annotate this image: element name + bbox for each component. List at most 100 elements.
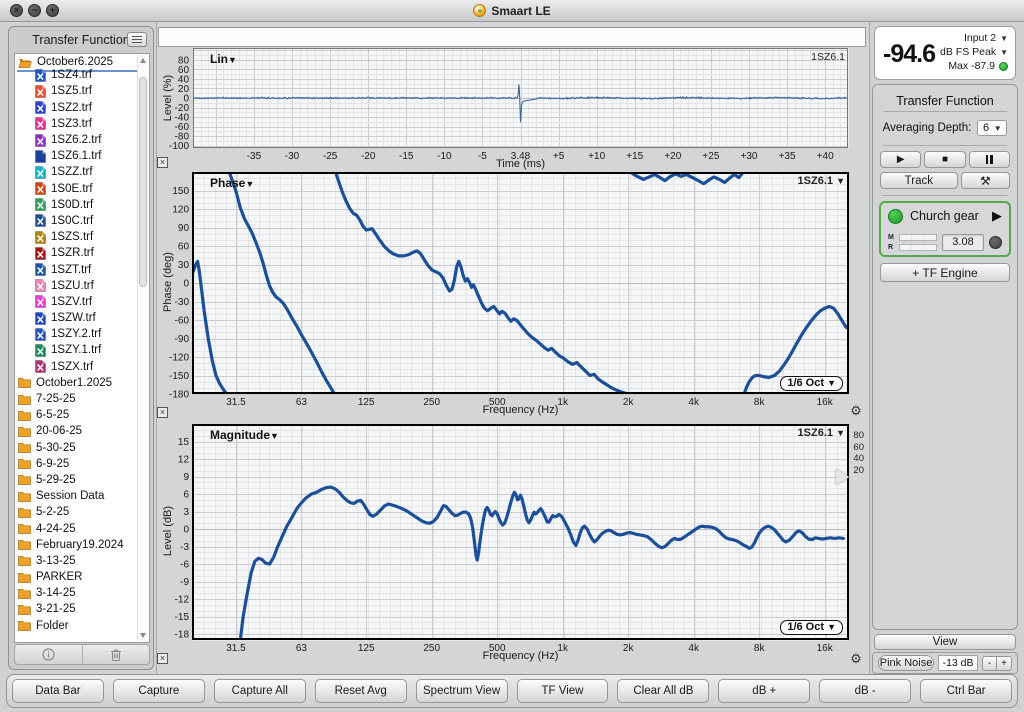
scale-pointer-handle[interactable]	[836, 469, 849, 485]
folder-item[interactable]: 7-25-25	[15, 391, 149, 407]
chevron-down-icon: ▼	[827, 378, 836, 388]
delete-button[interactable]	[82, 645, 150, 664]
tf-engine-box[interactable]: Church gear ▶ M R 3.08	[879, 201, 1011, 257]
delay-field[interactable]: 3.08	[942, 234, 984, 251]
folder-item[interactable]: 3-14-25	[15, 585, 149, 601]
window-zoom-button[interactable]: +	[46, 4, 59, 17]
info-button[interactable]	[15, 645, 82, 664]
magnitude-trace-selector[interactable]: 1SZ6.1 ▼	[798, 427, 845, 439]
toolbar-button-capture[interactable]: Capture	[113, 679, 205, 703]
folder-item[interactable]: 20-06-25	[15, 423, 149, 439]
folder-item[interactable]: 3-13-25	[15, 553, 149, 569]
tools-button[interactable]: ⚒	[961, 172, 1010, 189]
lin-y-axis-title: Level (%)	[162, 38, 174, 158]
file-item[interactable]: 1SZY.1.trf	[15, 342, 149, 358]
file-item[interactable]: 1S0E.trf	[15, 181, 149, 197]
scrollbar-thumb[interactable]	[139, 77, 147, 287]
toolbar-button-db-[interactable]: dB -	[819, 679, 911, 703]
delay-track-button[interactable]	[989, 236, 1002, 249]
folder-item[interactable]: PARKER	[15, 569, 149, 585]
folder-item[interactable]: 5-29-25	[15, 472, 149, 488]
magnitude-banding-selector[interactable]: 1/6 Oct ▼	[780, 620, 843, 635]
file-item[interactable]: 1SZS.trf	[15, 229, 149, 245]
view-button[interactable]: View	[874, 634, 1016, 650]
folder-item[interactable]: Session Data	[15, 488, 149, 504]
file-item[interactable]: 1SZW.trf	[15, 310, 149, 326]
phase-chart[interactable]	[158, 172, 868, 414]
file-name: 1SZ5.trf	[51, 85, 92, 97]
folder-item[interactable]: 6-5-25	[15, 407, 149, 423]
trf-file-icon	[35, 279, 46, 292]
file-item[interactable]: 1SZZ.trf	[15, 164, 149, 180]
trf-file-icon	[35, 69, 46, 82]
phase-banding-selector[interactable]: 1/6 Oct ▼	[780, 376, 843, 391]
averaging-depth-select[interactable]: 6▼	[977, 120, 1007, 136]
lin-close-icon[interactable]: ×	[157, 157, 168, 168]
noise-level-plus-button[interactable]: +	[997, 656, 1012, 671]
folder-item[interactable]: 3-21-25	[15, 601, 149, 617]
file-item[interactable]: 1SZX.trf	[15, 359, 149, 375]
toolbar-button-ctrl-bar[interactable]: Ctrl Bar	[920, 679, 1012, 703]
meter-value: -94.6	[883, 40, 935, 69]
file-item[interactable]: 1SZ3.trf	[15, 116, 149, 132]
play-button[interactable]: ▶	[880, 151, 921, 168]
file-item[interactable]: 1SZ6.1.trf	[15, 148, 149, 164]
file-item[interactable]: 1SZR.trf	[15, 245, 149, 261]
file-item[interactable]: 1SZY.2.trf	[15, 326, 149, 342]
pause-button[interactable]	[969, 151, 1010, 168]
engine-active-led[interactable]	[888, 209, 903, 224]
file-item[interactable]: 1SZU.trf	[15, 278, 149, 294]
lin-chart-menu[interactable]: Lin▼	[210, 52, 237, 66]
magnitude-chart[interactable]	[158, 424, 868, 662]
magnitude-chart-menu[interactable]: Magnitude▼	[210, 428, 279, 442]
file-item[interactable]: 1SZV.trf	[15, 294, 149, 310]
engine-play-icon[interactable]: ▶	[992, 208, 1002, 224]
window-close-button[interactable]: ×	[10, 4, 23, 17]
scroll-up-icon[interactable]	[140, 58, 146, 63]
folder-item[interactable]: Folder	[15, 618, 149, 634]
toolbar-button-tf-view[interactable]: TF View	[517, 679, 609, 703]
pink-noise-button[interactable]: Pink Noise	[878, 655, 934, 671]
meter-unit-selector[interactable]: dB FS Peak▼	[940, 46, 1008, 58]
file-item[interactable]: 1SZ5.trf	[15, 83, 149, 99]
add-tf-engine-button[interactable]: + TF Engine	[880, 263, 1010, 282]
averaging-depth-label: Averaging Depth:	[883, 122, 972, 134]
folder-item[interactable]: 6-9-25	[15, 456, 149, 472]
trf-file-icon	[35, 344, 46, 357]
file-item[interactable]: 1SZ4.trf	[15, 67, 149, 83]
toolbar-button-data-bar[interactable]: Data Bar	[12, 679, 104, 703]
file-item[interactable]: 1S0D.trf	[15, 197, 149, 213]
toolbar-button-db-[interactable]: dB +	[718, 679, 810, 703]
file-item[interactable]: 1SZT.trf	[15, 261, 149, 277]
file-item[interactable]: 1SZ6.2.trf	[15, 132, 149, 148]
phase-chart-menu[interactable]: Phase▼	[210, 176, 254, 190]
phase-trace-selector[interactable]: 1SZ6.1 ▼	[798, 175, 845, 187]
input-selector[interactable]: Input 2▼	[964, 32, 1008, 44]
magnitude-settings-gear-icon[interactable]: ⚙	[849, 652, 863, 666]
lin-impulse-chart[interactable]	[158, 47, 868, 169]
folder-item[interactable]: 5-2-25	[15, 504, 149, 520]
track-button[interactable]: Track	[880, 172, 958, 189]
magnitude-close-icon[interactable]: ×	[157, 653, 168, 664]
file-item[interactable]: 1SZ2.trf	[15, 100, 149, 116]
folder-item[interactable]: 4-24-25	[15, 520, 149, 536]
toolbar-button-spectrum-view[interactable]: Spectrum View	[416, 679, 508, 703]
toolbar-button-clear-all-db[interactable]: Clear All dB	[617, 679, 709, 703]
noise-level-field[interactable]: -13 dB	[938, 655, 978, 671]
noise-level-minus-button[interactable]: -	[982, 656, 997, 671]
trf-file-icon	[35, 214, 46, 227]
sidebar-menu-icon[interactable]	[127, 32, 147, 47]
file-item[interactable]: 1S0C.trf	[15, 213, 149, 229]
sidebar-scrollbar[interactable]	[137, 55, 148, 641]
folder-item[interactable]: February19.2024	[15, 537, 149, 553]
stop-button[interactable]: ■	[924, 151, 965, 168]
scroll-down-icon[interactable]	[140, 633, 146, 638]
toolbar-button-capture-all[interactable]: Capture All	[214, 679, 306, 703]
phase-settings-gear-icon[interactable]: ⚙	[849, 404, 863, 418]
phase-close-icon[interactable]: ×	[157, 407, 168, 418]
window-minimize-button[interactable]: −	[28, 4, 41, 17]
folder-item[interactable]: 5-30-25	[15, 440, 149, 456]
folder-item[interactable]: October1.2025	[15, 375, 149, 391]
trf-file-icon	[35, 328, 46, 341]
toolbar-button-reset-avg[interactable]: Reset Avg	[315, 679, 407, 703]
